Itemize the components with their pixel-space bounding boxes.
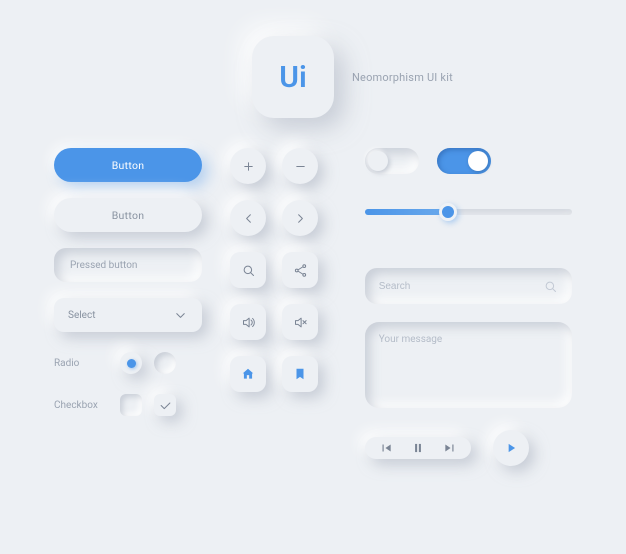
primary-button[interactable]: Button bbox=[54, 148, 202, 182]
message-field[interactable] bbox=[365, 322, 572, 408]
checkbox-label: Checkbox bbox=[54, 400, 108, 411]
logo-tile: Ui bbox=[252, 36, 334, 118]
search-input[interactable] bbox=[379, 281, 519, 292]
share-icon bbox=[293, 263, 308, 278]
default-button-label: Button bbox=[112, 209, 145, 222]
share-button[interactable] bbox=[282, 252, 318, 288]
checkbox-unchecked[interactable] bbox=[120, 394, 142, 416]
player-group bbox=[365, 437, 471, 459]
toggle-off[interactable] bbox=[365, 148, 419, 174]
plus-icon bbox=[241, 159, 256, 174]
chevron-down-icon bbox=[173, 308, 188, 323]
header: Ui Neomorphism UI kit bbox=[252, 36, 572, 118]
slider-knob[interactable] bbox=[439, 203, 457, 221]
slider-fill bbox=[365, 209, 448, 215]
toggles-row bbox=[365, 148, 572, 174]
prev-circle-button[interactable] bbox=[230, 200, 266, 236]
select-dropdown[interactable]: Select bbox=[54, 298, 202, 332]
bookmark-icon bbox=[293, 367, 307, 381]
radio-unselected[interactable] bbox=[154, 352, 176, 374]
radio-row: Radio bbox=[54, 352, 202, 374]
col-buttons: Button Button Pressed button Select Radi… bbox=[54, 148, 202, 466]
ui-kit-canvas: Ui Neomorphism UI kit Button Button Pres… bbox=[0, 0, 626, 554]
select-label: Select bbox=[68, 310, 95, 321]
search-icon bbox=[543, 279, 558, 294]
mute-button[interactable] bbox=[282, 304, 318, 340]
pressed-button[interactable]: Pressed button bbox=[54, 248, 202, 282]
checkbox-checked[interactable] bbox=[154, 394, 176, 416]
radio-selected[interactable] bbox=[120, 352, 142, 374]
mute-icon bbox=[293, 315, 308, 330]
component-grid: Button Button Pressed button Select Radi… bbox=[54, 148, 572, 466]
col-controls bbox=[365, 148, 572, 466]
home-icon bbox=[241, 367, 255, 381]
volume-icon bbox=[241, 315, 256, 330]
col-icons bbox=[230, 148, 337, 466]
checkbox-row: Checkbox bbox=[54, 394, 202, 416]
toggle-knob bbox=[468, 151, 488, 171]
search-field[interactable] bbox=[365, 268, 572, 304]
radio-dot bbox=[127, 359, 136, 368]
search-icon bbox=[241, 263, 256, 278]
pressed-button-label: Pressed button bbox=[70, 260, 137, 271]
minus-button[interactable] bbox=[282, 148, 318, 184]
skip-previous-icon[interactable] bbox=[379, 441, 393, 455]
radio-label: Radio bbox=[54, 358, 108, 369]
player-controls bbox=[365, 430, 572, 466]
skip-next-icon[interactable] bbox=[443, 441, 457, 455]
message-input[interactable] bbox=[379, 334, 558, 396]
play-button[interactable] bbox=[493, 430, 529, 466]
check-icon bbox=[158, 398, 173, 413]
primary-button-label: Button bbox=[112, 159, 145, 172]
toggle-knob bbox=[368, 151, 388, 171]
default-button[interactable]: Button bbox=[54, 198, 202, 232]
kit-title: Neomorphism UI kit bbox=[352, 71, 453, 84]
chevron-left-icon bbox=[241, 211, 256, 226]
logo-text: Ui bbox=[279, 60, 307, 95]
next-circle-button[interactable] bbox=[282, 200, 318, 236]
pause-icon[interactable] bbox=[411, 441, 425, 455]
toggle-on[interactable] bbox=[437, 148, 491, 174]
play-icon bbox=[504, 441, 518, 455]
slider[interactable] bbox=[365, 202, 572, 222]
minus-icon bbox=[293, 159, 308, 174]
bookmark-button[interactable] bbox=[282, 356, 318, 392]
plus-button[interactable] bbox=[230, 148, 266, 184]
chevron-right-icon bbox=[293, 211, 308, 226]
search-button[interactable] bbox=[230, 252, 266, 288]
home-button[interactable] bbox=[230, 356, 266, 392]
volume-button[interactable] bbox=[230, 304, 266, 340]
